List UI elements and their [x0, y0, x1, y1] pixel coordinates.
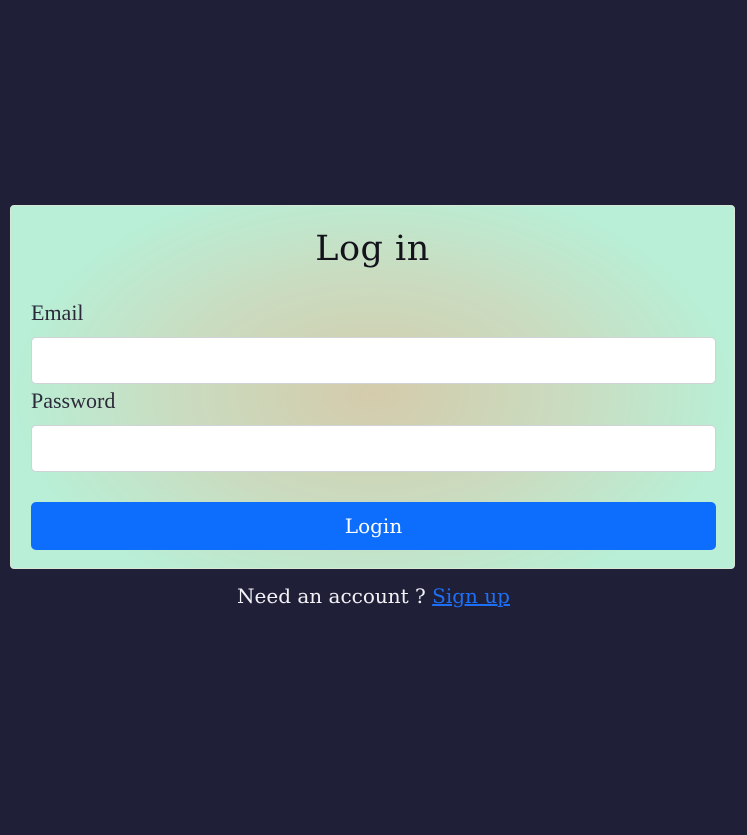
page-title: Log in — [315, 229, 430, 269]
password-field[interactable] — [31, 425, 716, 472]
login-button[interactable]: Login — [31, 502, 716, 550]
login-card: Log in Email Password Login — [10, 205, 735, 569]
signup-prompt: Need an account ? Sign up — [0, 582, 747, 610]
email-label: Email — [31, 300, 84, 325]
signup-link[interactable]: Sign up — [432, 584, 510, 608]
email-field[interactable] — [31, 337, 716, 384]
password-label: Password — [31, 388, 116, 413]
signup-prompt-text: Need an account ? — [237, 584, 426, 608]
